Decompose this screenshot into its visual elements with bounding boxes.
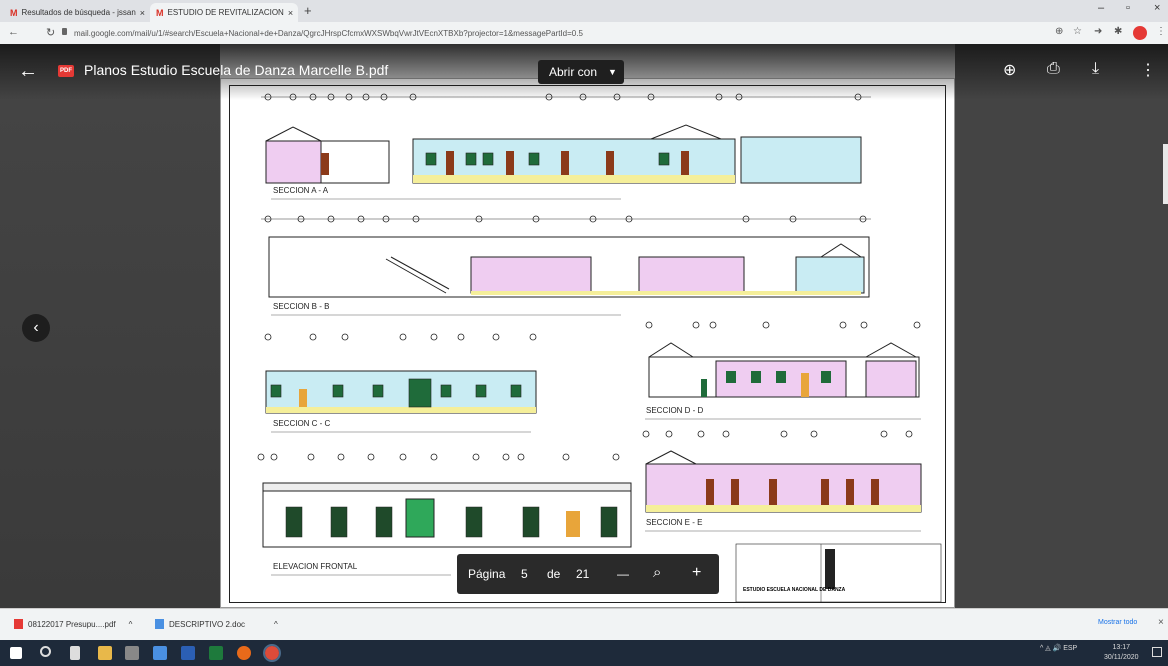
edge-icon[interactable] (153, 646, 167, 660)
page-controls: Página 5 de 21 — ⌕ + (457, 554, 719, 594)
section-title: SECCION D - D (646, 406, 704, 415)
pdf-page: SECCION A - A SECCION B - B SECCION C - … (220, 78, 955, 608)
add-to-drive-icon[interactable]: ⊕ (1003, 60, 1016, 80)
download-item[interactable]: 08122017 Presupu....pdf ^ (14, 619, 132, 629)
tab-label: Resultados de búsqueda - jssan (21, 8, 136, 17)
file-name: Planos Estudio Escuela de Danza Marcelle… (84, 62, 389, 78)
menu-kebab-icon[interactable]: ⋮ (1156, 26, 1166, 37)
download-name: 08122017 Presupu....pdf (28, 619, 116, 629)
chevron-up-icon[interactable]: ^ (274, 620, 278, 629)
file-icon[interactable] (70, 646, 80, 660)
pdf-file-icon (14, 619, 23, 629)
notifications-icon[interactable] (1152, 647, 1162, 657)
back-arrow-icon[interactable]: ← (8, 26, 19, 38)
tab-estudio[interactable]: M ESTUDIO DE REVITALIZACION × (150, 3, 298, 22)
section-title: SECCION E - E (646, 518, 702, 527)
page-total: 21 (576, 567, 590, 581)
windows-taskbar: ^ ◬ 🔊 ESP 13:17 30/11/2020 (0, 640, 1168, 666)
avatar[interactable] (1133, 26, 1147, 40)
close-viewer-arrow-icon[interactable]: ← (18, 60, 38, 83)
address-bar-row: ← ↻ mail.google.com/mail/u/1/#search/Esc… (0, 22, 1168, 44)
url-field[interactable]: mail.google.com/mail/u/1/#search/Escuela… (74, 26, 1004, 41)
search-icon[interactable] (40, 646, 51, 657)
zoom-out-button[interactable]: — (617, 567, 629, 581)
browser-tab-bar: M Resultados de búsqueda - jssan × M EST… (0, 0, 1168, 22)
maximize-button[interactable]: ▫ (1126, 2, 1130, 14)
zoom-in-button[interactable]: + (692, 564, 701, 582)
page-label: Página (468, 567, 506, 581)
section-d-drawing: SECCION D - D (645, 321, 921, 420)
folder-icon[interactable] (98, 646, 112, 660)
minimize-button[interactable]: – (1098, 2, 1104, 14)
pdf-viewer: SECCION A - A SECCION B - B SECCION C - … (0, 44, 1168, 608)
chevron-down-icon: ▼ (608, 67, 617, 77)
section-title: SECCION B - B (273, 302, 329, 311)
page-current[interactable]: 5 (521, 567, 528, 581)
section-title: ELEVACION FRONTAL (273, 562, 358, 571)
windows-start-icon[interactable] (10, 647, 22, 659)
download-name: DESCRIPTIVO 2.doc (169, 619, 246, 629)
window-close-button[interactable]: × (1154, 2, 1160, 14)
clock[interactable]: 13:17 30/11/2020 (1104, 643, 1139, 663)
tab-close-icon[interactable]: × (140, 8, 145, 18)
architectural-drawing: SECCION A - A SECCION B - B SECCION C - … (257, 93, 942, 603)
open-with-label: Abrir con (549, 65, 598, 79)
bookmark-star-icon[interactable]: ☆ (1073, 26, 1082, 37)
previous-attachment-button[interactable]: ‹ (22, 314, 50, 342)
section-title: SECCION A - A (273, 186, 329, 195)
close-downloads-icon[interactable]: × (1158, 617, 1164, 628)
section-title: SECCION C - C (273, 419, 331, 428)
gmail-icon: M (156, 7, 164, 18)
open-with-button[interactable]: Abrir con ▼ (538, 60, 624, 84)
print-icon[interactable]: ⎙ (1047, 60, 1060, 78)
download-icon[interactable]: ⤓ (1092, 60, 1099, 78)
gmail-icon: M (10, 7, 18, 18)
zoom-icon[interactable]: ⊕ (1055, 26, 1063, 37)
extensions-icon[interactable]: ✱ (1114, 26, 1122, 37)
section-c-drawing: SECCION C - C (264, 333, 537, 433)
system-tray[interactable]: ^ ◬ 🔊 ESP (1040, 644, 1077, 652)
zoom-icon[interactable]: ⌕ (653, 564, 661, 581)
title-block-text: ESTUDIO ESCUELA NACIONAL DE DANZA (743, 587, 846, 593)
tab-label: ESTUDIO DE REVITALIZACION (167, 8, 284, 17)
word-icon[interactable] (181, 646, 195, 660)
tab-close-icon[interactable]: × (288, 8, 293, 18)
title-block: ESTUDIO ESCUELA NACIONAL DE DANZA (735, 543, 942, 603)
more-options-icon[interactable]: ⋮ (1140, 60, 1156, 80)
excel-icon[interactable] (209, 646, 223, 660)
chevron-up-icon[interactable]: ^ (129, 620, 133, 629)
download-item[interactable]: DESCRIPTIVO 2.doc ^ (155, 619, 278, 629)
clock-time: 13:17 (1112, 644, 1131, 651)
pdf-file-icon: PDF (58, 65, 74, 77)
lock-icon (62, 28, 67, 35)
tab-search-results[interactable]: M Resultados de búsqueda - jssan × (4, 3, 149, 22)
section-e-drawing: SECCION E - E (642, 430, 922, 532)
firefox-icon[interactable] (237, 646, 251, 660)
share-arrow-icon[interactable]: ➜ (1094, 26, 1102, 37)
word-file-icon (155, 619, 164, 629)
viewer-toolbar: ← PDF Planos Estudio Escuela de Danza Ma… (0, 44, 1168, 100)
calculator-icon[interactable] (125, 646, 139, 660)
show-all-link[interactable]: Mostrar todo (1098, 619, 1137, 626)
section-b-drawing: SECCION B - B (261, 215, 871, 316)
chrome-icon[interactable] (263, 644, 281, 662)
page-of-label: de (547, 567, 561, 581)
downloads-bar: 08122017 Presupu....pdf ^ DESCRIPTIVO 2.… (0, 608, 1168, 640)
scrollbar[interactable] (1163, 144, 1168, 204)
reload-icon[interactable]: ↻ (46, 26, 55, 39)
clock-date: 30/11/2020 (1104, 654, 1139, 661)
section-a-drawing: SECCION A - A (261, 93, 871, 200)
new-tab-button[interactable]: + (304, 3, 312, 18)
background-gmail (955, 44, 1168, 608)
